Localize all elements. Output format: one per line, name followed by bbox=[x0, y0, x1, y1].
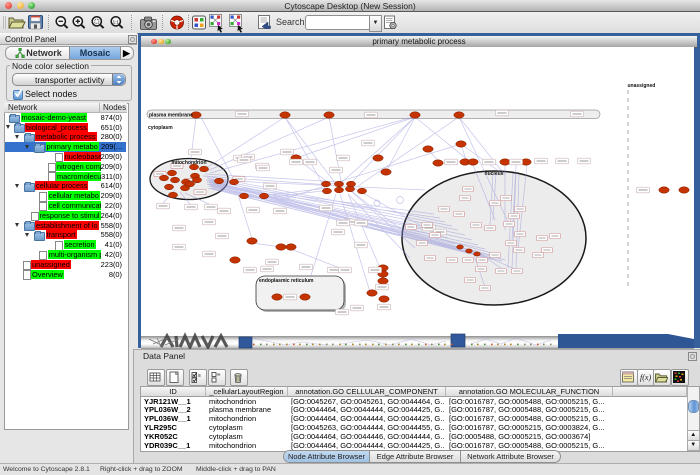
svg-text:mitochondrion: mitochondrion bbox=[172, 160, 207, 166]
svg-text:unassigned: unassigned bbox=[628, 83, 656, 89]
svg-text:f(x): f(x) bbox=[640, 373, 651, 382]
svg-text:≡: ≡ bbox=[198, 373, 201, 379]
svg-text:cytoplasm: cytoplasm bbox=[148, 125, 173, 131]
svg-text:plasma membrane: plasma membrane bbox=[149, 113, 193, 119]
svg-text:nucleus: nucleus bbox=[485, 171, 504, 177]
svg-text:endoplasmic reticulum: endoplasmic reticulum bbox=[259, 278, 314, 284]
svg-text:1:1: 1:1 bbox=[113, 20, 120, 25]
